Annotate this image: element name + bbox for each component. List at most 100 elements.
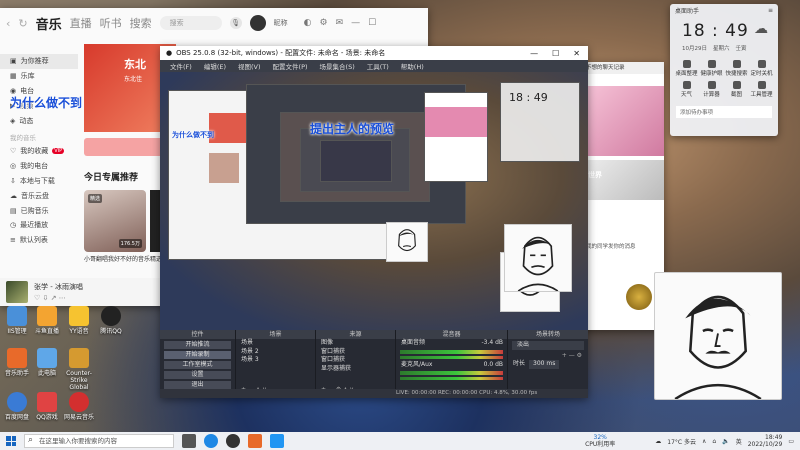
chat-image[interactable] bbox=[582, 160, 664, 200]
windows-start-icon[interactable] bbox=[4, 434, 18, 448]
mic-icon[interactable]: 🎙 bbox=[229, 17, 242, 29]
remove-icon[interactable]: — bbox=[569, 352, 575, 359]
refresh-button[interactable]: ↻ bbox=[18, 17, 27, 30]
tab-search[interactable]: 搜索 bbox=[130, 15, 152, 31]
transition-select[interactable]: 淡出 bbox=[512, 341, 584, 350]
settings-button[interactable]: 设置 bbox=[164, 371, 231, 379]
sidebar-item-favorites[interactable]: ♡ 我的收藏 VIP bbox=[0, 144, 78, 159]
sidebar-item-myradio[interactable]: ◎ 我的电台 bbox=[0, 159, 78, 174]
obs-icon[interactable] bbox=[226, 434, 240, 448]
weather-text[interactable]: 17°C 多云 bbox=[667, 437, 696, 446]
source-item[interactable]: 图像 bbox=[316, 339, 395, 348]
edge-icon[interactable] bbox=[204, 434, 218, 448]
menu-icon[interactable]: ≡ bbox=[768, 7, 773, 14]
tab-audiobook[interactable]: 听书 bbox=[100, 15, 122, 31]
music-app-icon[interactable] bbox=[248, 434, 262, 448]
notification-icon[interactable]: ▭ bbox=[788, 438, 794, 445]
task-view-icon[interactable] bbox=[182, 434, 196, 448]
maximize-icon[interactable]: ☐ bbox=[552, 49, 559, 58]
chat-app-icon[interactable] bbox=[270, 434, 284, 448]
settings-icon[interactable]: ⚙ bbox=[320, 18, 328, 28]
download-icon[interactable]: ⇩ bbox=[43, 294, 49, 302]
sidebar-item-default-list[interactable]: ≡ 默认列表 bbox=[0, 233, 78, 248]
desktop-icon-douyu[interactable]: 斗鱼直播 bbox=[30, 306, 64, 335]
desktop-icon-qq[interactable]: 腾讯QQ bbox=[94, 306, 128, 335]
tool-calculator[interactable]: 计算器 bbox=[699, 81, 724, 98]
desktop-icon-music-helper[interactable]: 音乐助手 bbox=[0, 348, 34, 377]
skin-icon[interactable]: ◐ bbox=[304, 18, 312, 28]
tab-live[interactable]: 直播 bbox=[70, 15, 92, 31]
share-icon[interactable]: ↗ bbox=[51, 294, 57, 302]
desktop-icon-yy[interactable]: YY语音 bbox=[62, 306, 96, 335]
menu-scene-collection[interactable]: 场景集合(S) bbox=[320, 61, 355, 71]
like-icon[interactable]: ♡ bbox=[34, 294, 40, 302]
menu-view[interactable]: 视图(V) bbox=[238, 61, 261, 71]
tool-eye-care[interactable]: 健康护眼 bbox=[699, 60, 724, 77]
tool-manage[interactable]: 工具管理 bbox=[749, 81, 774, 98]
add-icon[interactable]: + bbox=[562, 352, 567, 359]
mail-icon[interactable]: ✉ bbox=[336, 18, 344, 28]
desktop-icon-this-pc[interactable]: 此电脑 bbox=[30, 348, 64, 377]
sidebar-item-recent[interactable]: ◷ 最近播放 bbox=[0, 218, 78, 233]
volume-slider[interactable] bbox=[400, 355, 503, 359]
tray-arrow-icon[interactable]: ∧ bbox=[702, 438, 706, 445]
weather-icon[interactable]: ☁ bbox=[655, 438, 661, 445]
tool-screenshot[interactable]: 截图 bbox=[724, 81, 749, 98]
menu-profile[interactable]: 配置文件(P) bbox=[273, 61, 308, 71]
recommend-card[interactable]: 精选 176.5万 bbox=[84, 190, 146, 252]
sidebar-item-feed[interactable]: ◈ 动态 bbox=[0, 113, 78, 128]
desktop-icon-qq-game[interactable]: QQ游戏 bbox=[30, 392, 64, 421]
music-search-input[interactable]: 搜索 bbox=[159, 16, 222, 30]
sidebar-item-local[interactable]: ⇩ 本地与下载 bbox=[0, 174, 78, 189]
tool-quick-search[interactable]: 快捷搜索 bbox=[724, 60, 749, 77]
network-icon[interactable]: ⌂ bbox=[712, 438, 716, 445]
close-icon[interactable]: ✕ bbox=[573, 49, 580, 58]
todo-input[interactable]: 添加待办事项 bbox=[676, 106, 772, 118]
scene-item[interactable]: 场景 2 bbox=[236, 348, 315, 357]
start-streaming-button[interactable]: 开始推流 bbox=[164, 341, 231, 349]
back-button[interactable]: ‹ bbox=[6, 17, 10, 30]
minimize-icon[interactable]: — bbox=[530, 49, 538, 58]
card-title[interactable]: 小哥翻唱我好不好的音乐 bbox=[84, 256, 150, 264]
chat-media[interactable] bbox=[582, 86, 664, 156]
start-recording-button[interactable]: 开始录制 bbox=[164, 351, 231, 359]
menu-file[interactable]: 文件(F) bbox=[170, 61, 192, 71]
sidebar-item-cloud[interactable]: ☁ 音乐云盘 bbox=[0, 188, 78, 203]
source-item[interactable]: 显示器捕获 bbox=[316, 365, 395, 374]
desktop-icon-csgo[interactable]: Counter-Strike Global bbox=[62, 348, 96, 391]
source-item[interactable]: 窗口捕获 bbox=[316, 356, 395, 365]
taskbar-search-input[interactable]: 在这里输入你要搜索的内容 bbox=[24, 434, 174, 448]
sidebar-item-purchased[interactable]: ▤ 已购音乐 bbox=[0, 203, 78, 218]
taskbar-clock[interactable]: 18:49 2022/10/29 bbox=[748, 434, 783, 448]
more-icon[interactable]: ⋯ bbox=[59, 294, 66, 302]
minimize-icon[interactable]: — bbox=[351, 18, 360, 28]
now-playing-title[interactable]: 张学 - 冰雨演唱 bbox=[34, 282, 83, 292]
tool-desktop-organize[interactable]: 桌面整理 bbox=[674, 60, 699, 77]
volume-icon[interactable]: 🔈 bbox=[722, 438, 729, 445]
maximize-icon[interactable]: ☐ bbox=[368, 18, 376, 28]
menu-help[interactable]: 帮助(H) bbox=[401, 61, 424, 71]
scene-item[interactable]: 场景 3 bbox=[236, 356, 315, 365]
exit-button[interactable]: 退出 bbox=[164, 381, 231, 389]
cpu-meter[interactable]: 32% CPU利用率 bbox=[585, 434, 615, 448]
album-cover[interactable] bbox=[6, 281, 28, 303]
avatar[interactable] bbox=[249, 15, 266, 31]
desktop-icon-baidu-pan[interactable]: 百度网盘 bbox=[0, 392, 34, 421]
gear-icon[interactable]: ⚙ bbox=[577, 352, 582, 359]
menu-tools[interactable]: 工具(T) bbox=[367, 61, 389, 71]
tool-shutdown-timer[interactable]: 定时关机 bbox=[749, 60, 774, 77]
scene-item[interactable]: 场景 bbox=[236, 339, 315, 348]
language-indicator[interactable]: 英 bbox=[736, 437, 742, 446]
desktop-icon-netease-music[interactable]: 网易云音乐 bbox=[62, 392, 96, 421]
tool-weather[interactable]: 天气 bbox=[674, 81, 699, 98]
desktop-icon-iis[interactable]: IIS管理 bbox=[0, 306, 34, 335]
sidebar-item-library[interactable]: ▦ 乐库 bbox=[0, 69, 78, 84]
studio-mode-button[interactable]: 工作室模式 bbox=[164, 361, 231, 369]
source-item[interactable]: 窗口捕获 bbox=[316, 348, 395, 357]
sidebar-item-recommend[interactable]: ▣ 为你推荐 bbox=[0, 54, 78, 69]
volume-slider[interactable] bbox=[400, 377, 503, 380]
tab-music[interactable]: 音乐 bbox=[36, 14, 62, 33]
user-name[interactable]: 昵称 bbox=[274, 18, 288, 28]
duration-input[interactable]: 300 ms bbox=[529, 360, 560, 369]
menu-edit[interactable]: 编辑(E) bbox=[204, 61, 226, 71]
